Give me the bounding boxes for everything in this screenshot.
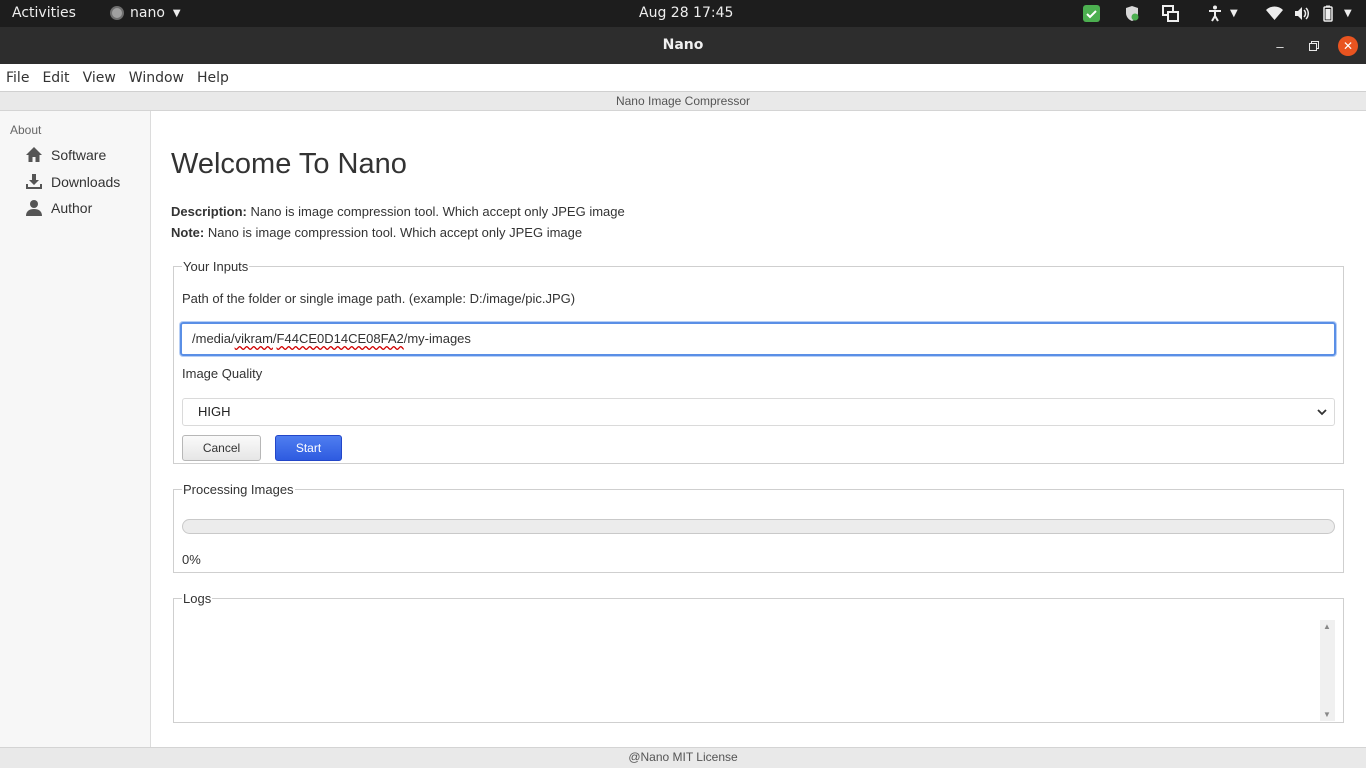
app-icon <box>110 6 124 20</box>
footer: @Nano MIT License <box>0 747 1366 768</box>
page-title: Welcome To Nano <box>171 148 407 180</box>
path-segment-misspelled: F44CE0D14CE08FA2 <box>276 331 404 346</box>
sidebar-item-label: Author <box>51 200 93 216</box>
sidebar-item-label: Software <box>51 147 107 163</box>
close-button[interactable]: ✕ <box>1338 36 1358 56</box>
battery-icon[interactable] <box>1320 5 1336 22</box>
sidebar-item-author[interactable]: Author <box>25 199 92 217</box>
chevron-down-icon <box>1316 401 1328 427</box>
user-icon <box>26 200 42 216</box>
app-menu-label: nano <box>130 5 165 21</box>
quality-select[interactable]: HIGH <box>182 398 1335 426</box>
inputs-group: Your Inputs Path of the folder or single… <box>173 259 1344 464</box>
chevron-down-icon: ▼ <box>172 7 181 19</box>
window-title: Nano <box>662 37 704 53</box>
quality-label: Image Quality <box>182 366 263 381</box>
note: Note: Nano is image compression tool. Wh… <box>171 225 582 240</box>
scroll-down-icon[interactable]: ▼ <box>1323 710 1331 719</box>
progress-bar <box>182 519 1335 534</box>
path-segment-misspelled: vikram <box>234 331 273 346</box>
note-label: Note: <box>171 225 205 240</box>
main-content: Welcome To Nano Description: Nano is ima… <box>151 111 1366 747</box>
start-button[interactable]: Start <box>275 435 342 461</box>
scroll-up-icon[interactable]: ▲ <box>1323 622 1331 631</box>
processing-legend: Processing Images <box>183 482 294 497</box>
minimize-button[interactable]: – <box>1270 36 1290 56</box>
menu-window[interactable]: Window <box>129 70 184 86</box>
inputs-legend: Your Inputs <box>183 259 249 274</box>
system-tray: ▼ ▼ <box>1056 0 1366 27</box>
sidebar-section-about: About <box>10 123 42 137</box>
volume-icon[interactable] <box>1294 5 1310 22</box>
system-top-bar: Activities nano ▼ Aug 28 17:45 ▼ ▼ <box>0 0 1366 27</box>
menu-help[interactable]: Help <box>197 70 229 86</box>
menu-view[interactable]: View <box>83 70 116 86</box>
processing-group: Processing Images 0% <box>173 482 1344 573</box>
activities-button[interactable]: Activities <box>12 5 76 21</box>
path-segment: /media/ <box>192 331 235 346</box>
restore-icon <box>1309 41 1319 51</box>
path-input[interactable]: /media/vikram/F44CE0D14CE08FA2/my-images <box>180 322 1336 356</box>
screen-share-icon[interactable] <box>1162 5 1179 22</box>
wifi-icon[interactable] <box>1266 5 1283 22</box>
clock[interactable]: Aug 28 17:45 <box>639 5 733 21</box>
logs-legend: Logs <box>183 591 212 606</box>
note-text: Nano is image compression tool. Which ac… <box>204 225 583 240</box>
window-title-bar[interactable]: Nano – ✕ <box>0 27 1366 64</box>
sidebar-item-downloads[interactable]: Downloads <box>25 173 120 191</box>
sidebar-item-software[interactable]: Software <box>25 146 106 164</box>
description: Description: Nano is image compression t… <box>171 204 625 219</box>
menu-bar: File Edit View Window Help <box>0 64 1366 91</box>
shield-icon[interactable] <box>1124 5 1140 22</box>
app-menu[interactable]: nano ▼ <box>110 5 181 21</box>
restore-button[interactable] <box>1304 36 1324 56</box>
chevron-down-icon[interactable]: ▼ <box>1344 5 1352 22</box>
cancel-button[interactable]: Cancel <box>182 435 261 461</box>
logs-group: Logs ▲ ▼ <box>173 591 1344 723</box>
description-label: Description: <box>171 204 247 219</box>
home-icon <box>26 147 42 162</box>
path-label: Path of the folder or single image path.… <box>182 291 576 306</box>
menu-file[interactable]: File <box>6 70 29 86</box>
progress-percent: 0% <box>182 552 201 567</box>
description-text: Nano is image compression tool. Which ac… <box>246 204 625 219</box>
sidebar-item-label: Downloads <box>51 174 121 190</box>
logs-scrollbar[interactable]: ▲ ▼ <box>1320 620 1335 721</box>
menu-edit[interactable]: Edit <box>42 70 69 86</box>
quality-select-value: HIGH <box>198 404 231 419</box>
update-check-icon[interactable] <box>1083 5 1100 22</box>
chevron-down-icon[interactable]: ▼ <box>1230 5 1238 22</box>
accessibility-icon[interactable] <box>1208 5 1222 22</box>
sidebar: About Software Downloads Author <box>0 111 151 747</box>
app-header: Nano Image Compressor <box>0 91 1366 111</box>
path-segment: /my-images <box>403 331 471 346</box>
download-icon <box>26 174 42 189</box>
